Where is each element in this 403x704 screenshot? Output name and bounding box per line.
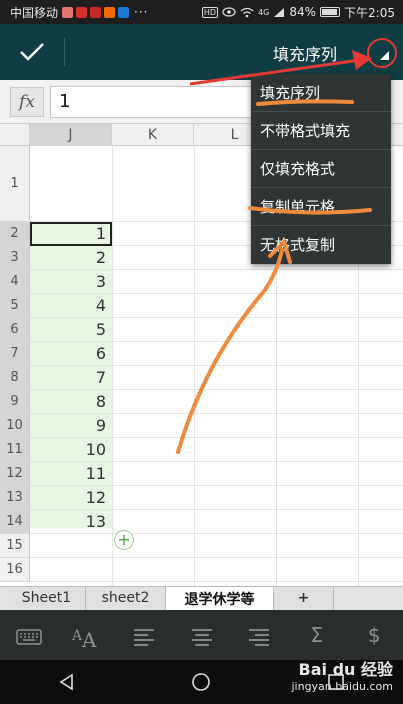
row-header[interactable]: 3 — [0, 246, 30, 270]
menu-item-copy-no-format[interactable]: 无格式复制 — [251, 226, 391, 264]
network-type: 4G — [258, 7, 270, 17]
cell-value[interactable]: 13 — [30, 510, 110, 534]
row-header[interactable]: 2 — [0, 222, 30, 246]
row-header[interactable]: 6 — [0, 318, 30, 342]
watermark: Bai du 经验 jingyan.baidu.com — [291, 656, 393, 693]
menu-item-fill-series[interactable]: 填充序列 — [251, 74, 391, 112]
signal-icon — [274, 7, 285, 17]
cell-value[interactable]: 7 — [30, 366, 110, 390]
fill-options-menu: 填充序列 不带格式填充 仅填充格式 复制单元格 无格式复制 — [251, 74, 391, 264]
toolbar-divider — [64, 38, 65, 66]
cell-value[interactable]: 6 — [30, 342, 110, 366]
fill-mode-title[interactable]: 填充序列 — [273, 41, 337, 65]
back-icon — [59, 673, 73, 691]
tab-sheet1[interactable]: Sheet1 — [8, 587, 86, 611]
notification-icon — [90, 6, 102, 18]
confirm-button[interactable] — [0, 24, 64, 80]
currency-icon[interactable]: $ — [345, 610, 403, 660]
add-sheet-button[interactable]: + — [274, 587, 334, 611]
cell-value[interactable]: 2 — [30, 246, 110, 270]
check-icon — [20, 43, 44, 61]
row-header[interactable]: 8 — [0, 366, 30, 390]
keyboard-icon[interactable] — [0, 610, 58, 660]
back-button[interactable] — [47, 662, 87, 702]
row-header[interactable]: 14 — [0, 510, 30, 534]
row-header[interactable]: 7 — [0, 342, 30, 366]
align-right-icon[interactable] — [230, 610, 288, 660]
wifi-icon — [240, 7, 254, 17]
align-center-icon[interactable] — [173, 610, 231, 660]
home-icon — [192, 673, 211, 691]
watermark-url: jingyan.baidu.com — [291, 680, 393, 693]
grid-line — [112, 146, 113, 586]
column-header-k[interactable]: K — [112, 124, 194, 146]
sum-icon[interactable]: Σ — [288, 610, 346, 660]
notification-icon — [118, 6, 130, 18]
row-header[interactable]: 4 — [0, 270, 30, 294]
row-header[interactable]: 9 — [0, 390, 30, 414]
cell-value[interactable]: 12 — [30, 486, 110, 510]
svg-text:A: A — [81, 628, 97, 648]
cell-value[interactable]: 5 — [30, 318, 110, 342]
align-left-icon[interactable] — [115, 610, 173, 660]
fill-options-dropdown[interactable] — [367, 38, 397, 68]
hd-icon: HD — [201, 6, 219, 18]
menu-item-fill-without-format[interactable]: 不带格式填充 — [251, 112, 391, 150]
battery-icon — [320, 7, 341, 17]
notification-icon — [104, 6, 116, 18]
grid-line — [30, 581, 403, 582]
cell-value[interactable]: 3 — [30, 270, 110, 294]
tab-active-sheet[interactable]: 退学休学等 — [166, 587, 274, 611]
row-header[interactable]: 5 — [0, 294, 30, 318]
grid-line — [194, 146, 195, 586]
cell-value[interactable]: 4 — [30, 294, 110, 318]
more-notifications: ··· — [134, 5, 149, 19]
font-size-icon[interactable]: AA — [58, 610, 116, 660]
active-cell[interactable] — [30, 222, 112, 246]
notification-icon — [76, 6, 88, 18]
sheet-tab-bar: Sheet1 sheet2 退学休学等 + — [0, 586, 403, 611]
top-toolbar: 填充序列 — [0, 24, 403, 80]
tab-sheet2[interactable]: sheet2 — [86, 587, 166, 611]
row-header[interactable]: 10 — [0, 414, 30, 438]
eye-icon — [222, 7, 236, 17]
function-button[interactable]: fx — [10, 87, 44, 117]
row-header[interactable]: 1 — [0, 146, 30, 222]
fill-handle-button[interactable]: + — [114, 530, 134, 550]
cell-value[interactable]: 10 — [30, 438, 110, 462]
clock: 下午2:05 — [344, 5, 395, 20]
row-header[interactable]: 12 — [0, 462, 30, 486]
column-header-j[interactable]: J — [30, 124, 112, 146]
cell-value[interactable]: 8 — [30, 390, 110, 414]
notification-icon — [62, 6, 74, 18]
status-bar: 中国移动 ··· HD 4G 84% 下午2:05 — [0, 0, 403, 24]
carrier-name: 中国移动 — [10, 5, 59, 20]
corner-cell[interactable] — [0, 124, 30, 146]
battery-percent: 84% — [289, 5, 317, 19]
row-header[interactable]: 15 — [0, 534, 30, 558]
menu-item-fill-format-only[interactable]: 仅填充格式 — [251, 150, 391, 188]
row-header[interactable]: 13 — [0, 486, 30, 510]
menu-item-copy-cells[interactable]: 复制单元格 — [251, 188, 391, 226]
grid-line — [30, 557, 403, 558]
bottom-toolbar: AA Σ $ — [0, 610, 403, 660]
row-header[interactable]: 16 — [0, 558, 30, 582]
home-button[interactable] — [181, 662, 221, 702]
watermark-logo-text: Bai du 经验 — [298, 660, 393, 679]
row-header[interactable]: 11 — [0, 438, 30, 462]
cell-value[interactable]: 9 — [30, 414, 110, 438]
cell-value[interactable]: 11 — [30, 462, 110, 486]
